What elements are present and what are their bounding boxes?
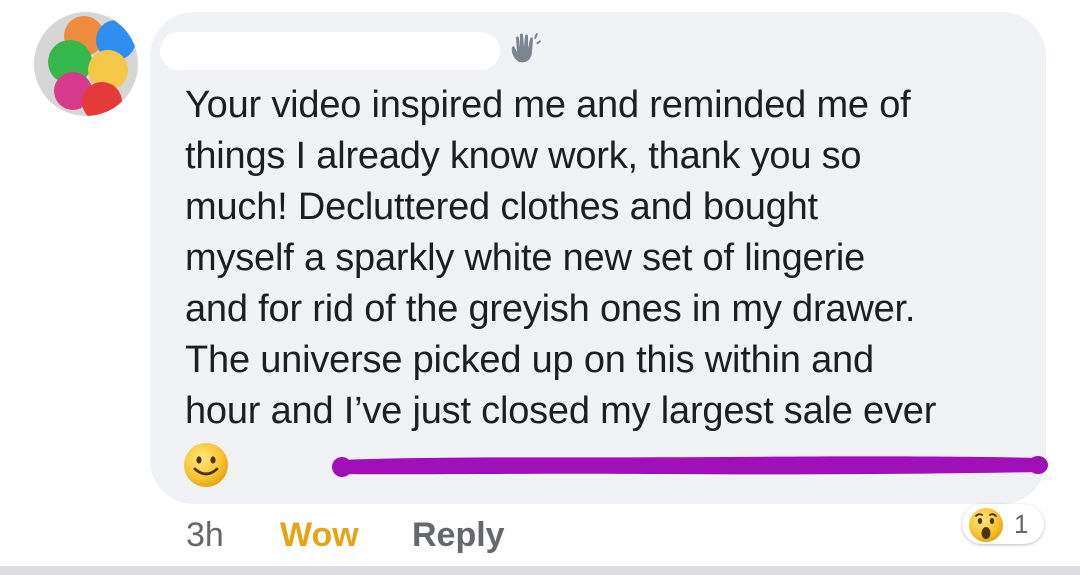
- bottom-divider: [0, 566, 1080, 575]
- waving-hand-icon: [511, 33, 541, 63]
- purple-highlight-stroke: [332, 456, 1048, 477]
- avatar-redaction-red: [82, 82, 122, 116]
- comment-line: The universe picked up on this within an…: [185, 339, 874, 381]
- comment-line: hour and I’ve just closed my largest sal…: [185, 390, 937, 432]
- comment-timestamp[interactable]: 3h: [186, 516, 224, 555]
- comment-line: myself a sparkly white new set of linger…: [185, 237, 866, 279]
- reply-button[interactable]: Reply: [412, 516, 505, 555]
- comment-screenshot: Your video inspired me and reminded me o…: [0, 0, 1080, 575]
- comment-line: and for rid of the greyish ones in my dr…: [185, 288, 916, 330]
- comment-line: much! Decluttered clothes and bought: [185, 186, 818, 228]
- wow-face-icon: [969, 508, 1003, 542]
- comment-line: Your video inspired me and reminded me o…: [185, 84, 911, 126]
- reaction-summary[interactable]: 1: [962, 504, 1044, 544]
- comment-actions: 3h Wow Reply 1: [0, 504, 1080, 562]
- avatar[interactable]: [34, 12, 138, 116]
- comment-line: things I already know work, thank you so: [185, 135, 862, 177]
- comment-text: Your video inspired me and reminded me o…: [185, 80, 1035, 437]
- reaction-button[interactable]: Wow: [280, 516, 359, 555]
- reaction-count: 1: [1014, 509, 1029, 539]
- slightly-smiling-face-icon: [184, 443, 228, 487]
- commenter-name-redacted[interactable]: [160, 32, 500, 70]
